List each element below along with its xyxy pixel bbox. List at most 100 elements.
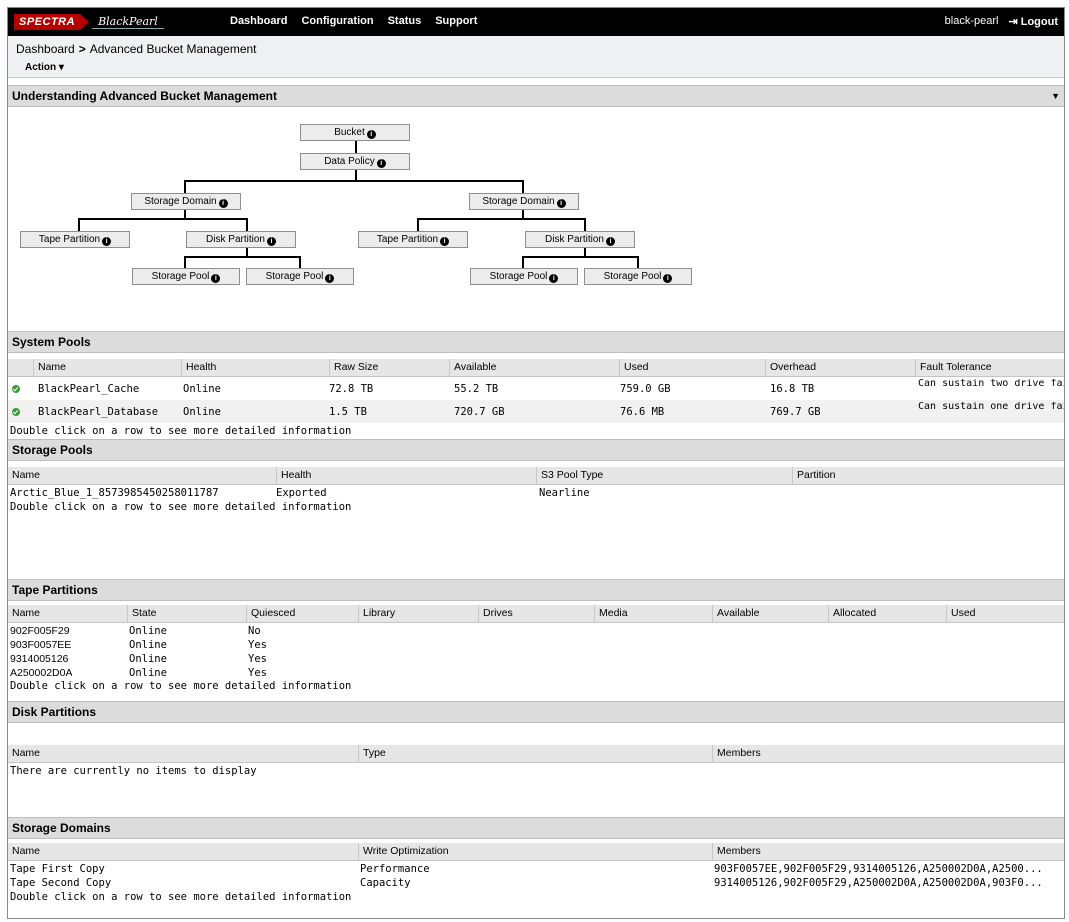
col-available[interactable]: Available [449, 359, 619, 376]
section-disk-partitions: Disk Partitions [8, 701, 1064, 723]
col-available[interactable]: Available [712, 605, 828, 622]
col-name[interactable]: Name [33, 359, 181, 376]
logo[interactable]: SPECTRA BlackPearl [14, 13, 164, 31]
col-overhead[interactable]: Overhead [765, 359, 915, 376]
node-storage-domain-right[interactable]: Storage Domain i [469, 193, 579, 210]
node-storage-pool-3[interactable]: Storage Pool i [470, 268, 578, 285]
collapse-chevron-icon[interactable]: ▼ [1051, 86, 1060, 106]
cell-name: BlackPearl_Cache [38, 383, 140, 395]
storage-pools-header: Name Health S3 Pool Type Partition [8, 467, 1064, 485]
node-tape-partition-right[interactable]: Tape Partition i [358, 231, 468, 248]
section-title: System Pools [12, 335, 91, 349]
node-storage-domain-left[interactable]: Storage Domain i [131, 193, 241, 210]
cell-available: 55.2 TB [454, 383, 499, 395]
info-icon[interactable]: i [266, 237, 276, 246]
disk-partitions-empty: There are currently no items to display [10, 765, 257, 777]
chevron-right-icon: > [78, 42, 86, 56]
table-row[interactable]: 9314005126 Online Yes [8, 652, 1064, 666]
nav-dashboard[interactable]: Dashboard [230, 15, 287, 27]
cell-name: Tape First Copy [10, 863, 105, 875]
col-allocated[interactable]: Allocated [828, 605, 946, 622]
logout-icon: ⇥ [1008, 16, 1021, 28]
logout-button[interactable]: ⇥ Logout [1008, 15, 1058, 28]
section-system-pools: System Pools [8, 331, 1064, 353]
table-row[interactable]: 903F0057EE Online Yes [8, 638, 1064, 652]
node-disk-partition-right[interactable]: Disk Partition i [525, 231, 635, 248]
col-name[interactable]: Name [8, 605, 127, 622]
cell-name: A250002D0A [10, 667, 73, 679]
col-library[interactable]: Library [358, 605, 478, 622]
cell-members: 9314005126,902F005F29,A250002D0A,A250002… [714, 877, 1043, 889]
top-nav-bar: SPECTRA BlackPearl Dashboard Configurati… [8, 8, 1064, 36]
col-state[interactable]: State [127, 605, 246, 622]
col-fault-tolerance[interactable]: Fault Tolerance [915, 359, 1064, 376]
col-used[interactable]: Used [946, 605, 1064, 622]
info-icon[interactable]: i [376, 159, 386, 168]
node-label: Bucket [334, 127, 365, 138]
node-label: Storage Pool [603, 271, 662, 282]
node-bucket[interactable]: Bucket i [300, 124, 410, 141]
section-tape-partitions: Tape Partitions [8, 579, 1064, 601]
info-icon[interactable]: i [549, 274, 559, 283]
tape-partitions-header: Name State Quiesced Library Drives Media… [8, 605, 1064, 623]
col-media[interactable]: Media [594, 605, 712, 622]
table-row[interactable]: Tape First Copy Performance 903F0057EE,9… [8, 862, 1064, 876]
nav-support[interactable]: Support [435, 15, 477, 27]
breadcrumb-dashboard[interactable]: Dashboard [16, 42, 75, 56]
bucket-hierarchy-diagram: Bucket i Data Policy i Storage Domain i Sto… [8, 107, 1064, 332]
col-used[interactable]: Used [619, 359, 765, 376]
col-members[interactable]: Members [712, 843, 1064, 860]
logout-label: Logout [1020, 16, 1058, 28]
table-row[interactable]: Arctic_Blue_1_8573985450258011787 Export… [8, 486, 1064, 500]
cell-overhead: 16.8 TB [770, 383, 815, 395]
info-icon[interactable]: i [218, 199, 228, 208]
nav-configuration[interactable]: Configuration [301, 15, 373, 27]
info-icon[interactable]: i [102, 237, 112, 246]
col-write-optimization[interactable]: Write Optimization [358, 843, 712, 860]
node-storage-pool-2[interactable]: Storage Pool i [246, 268, 354, 285]
info-icon[interactable]: i [556, 199, 566, 208]
table-row[interactable]: 902F005F29 Online No [8, 624, 1064, 638]
info-icon[interactable]: i [211, 274, 221, 283]
col-health[interactable]: Health [181, 359, 329, 376]
col-members[interactable]: Members [712, 745, 1064, 762]
section-title: Storage Pools [12, 443, 93, 457]
table-row[interactable]: A250002D0A Online Yes [8, 666, 1064, 680]
col-name[interactable]: Name [8, 843, 358, 860]
action-menu[interactable]: Action ▾ [25, 62, 64, 73]
cell-raw-size: 1.5 TB [329, 406, 367, 418]
col-quiesced[interactable]: Quiesced [246, 605, 358, 622]
section-title: Disk Partitions [12, 705, 97, 719]
col-raw-size[interactable]: Raw Size [329, 359, 449, 376]
ok-status-icon [12, 385, 20, 393]
info-icon[interactable]: i [605, 237, 615, 246]
system-pools-hint: Double click on a row to see more detail… [10, 425, 352, 437]
col-drives[interactable]: Drives [478, 605, 594, 622]
table-row[interactable]: Tape Second Copy Capacity 9314005126,902… [8, 876, 1064, 890]
col-name[interactable]: Name [8, 467, 276, 484]
info-icon[interactable]: i [325, 274, 335, 283]
node-data-policy[interactable]: Data Policy i [300, 153, 410, 170]
col-health[interactable]: Health [276, 467, 536, 484]
col-name[interactable]: Name [8, 745, 358, 762]
node-label: Storage Pool [151, 271, 210, 282]
section-understanding[interactable]: Understanding Advanced Bucket Management… [8, 85, 1064, 107]
node-disk-partition-left[interactable]: Disk Partition i [186, 231, 296, 248]
col-s3-pool-type[interactable]: S3 Pool Type [536, 467, 792, 484]
info-icon[interactable]: i [663, 274, 673, 283]
info-icon[interactable]: i [366, 130, 376, 139]
info-icon[interactable]: i [440, 237, 450, 246]
node-tape-partition-left[interactable]: Tape Partition i [20, 231, 130, 248]
table-row[interactable]: BlackPearl_Database Online 1.5 TB 720.7 … [8, 400, 1064, 423]
user-name[interactable]: black-pearl [945, 15, 999, 28]
node-storage-pool-1[interactable]: Storage Pool i [132, 268, 240, 285]
logo-blackpearl: BlackPearl [92, 15, 164, 29]
breadcrumb-bar: Dashboard > Advanced Bucket Management Act… [8, 36, 1064, 78]
nav-status[interactable]: Status [388, 15, 422, 27]
col-partition[interactable]: Partition [792, 467, 1064, 484]
cell-health: Online [183, 406, 221, 418]
col-type[interactable]: Type [358, 745, 712, 762]
cell-name: 902F005F29 [10, 625, 70, 637]
node-storage-pool-4[interactable]: Storage Pool i [584, 268, 692, 285]
table-row[interactable]: BlackPearl_Cache Online 72.8 TB 55.2 TB … [8, 378, 1064, 400]
